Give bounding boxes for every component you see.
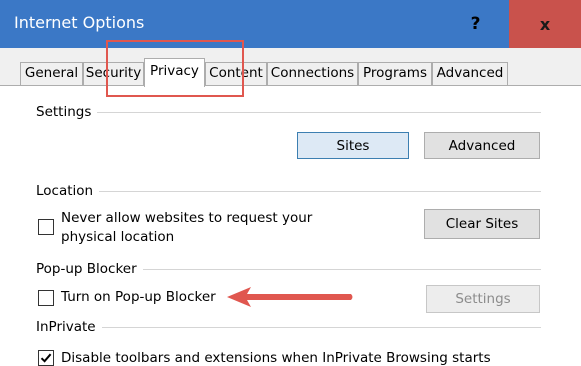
- disable-toolbars-checkbox[interactable]: [38, 350, 54, 366]
- sites-button[interactable]: Sites: [297, 132, 409, 159]
- inprivate-divider: [36, 327, 541, 328]
- location-divider: [36, 191, 541, 192]
- settings-heading: Settings: [36, 103, 98, 121]
- popup-blocker-checkbox[interactable]: [38, 290, 54, 306]
- tab-privacy[interactable]: Privacy: [144, 58, 205, 87]
- tab-programs[interactable]: Programs: [358, 62, 432, 85]
- tab-general[interactable]: General: [20, 62, 83, 85]
- red-arrow-icon: [227, 287, 353, 307]
- checkmark-icon: [40, 353, 52, 363]
- close-button[interactable]: x: [509, 0, 581, 48]
- popup-heading: Pop-up Blocker: [36, 260, 143, 278]
- settings-divider: [36, 112, 541, 113]
- tab-content[interactable]: Content: [205, 62, 267, 85]
- popup-blocker-label: Turn on Pop-up Blocker: [61, 289, 216, 305]
- tab-connections[interactable]: Connections: [267, 62, 358, 85]
- help-button[interactable]: ?: [442, 0, 509, 48]
- tab-advanced[interactable]: Advanced: [432, 62, 508, 85]
- tab-security[interactable]: Security: [83, 62, 144, 85]
- never-allow-location-checkbox[interactable]: [38, 219, 54, 235]
- never-allow-location-label-line1: Never allow websites to request your: [61, 210, 313, 226]
- window-title: Internet Options: [14, 13, 145, 32]
- advanced-button[interactable]: Advanced: [424, 132, 540, 159]
- inprivate-heading: InPrivate: [36, 318, 102, 336]
- location-heading: Location: [36, 182, 100, 200]
- clear-sites-button[interactable]: Clear Sites: [424, 209, 540, 239]
- disable-toolbars-label: Disable toolbars and extensions when InP…: [61, 350, 491, 366]
- popup-settings-button[interactable]: Settings: [426, 285, 540, 313]
- never-allow-location-label-line2: physical location: [61, 229, 175, 245]
